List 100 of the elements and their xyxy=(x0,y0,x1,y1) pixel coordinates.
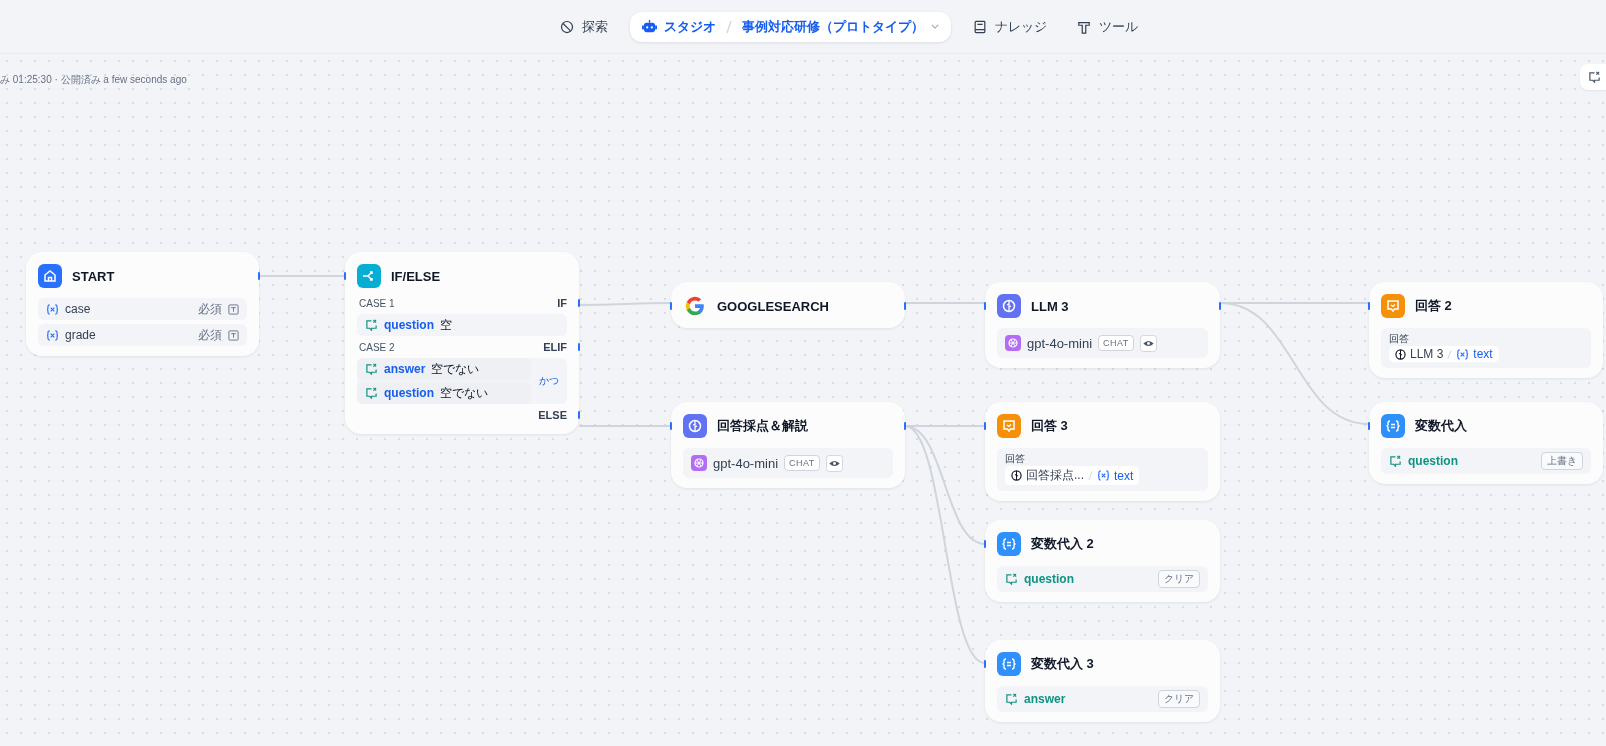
variable-icon xyxy=(1456,348,1470,360)
node-title: 変数代入 2 xyxy=(1031,535,1094,553)
workflow-node[interactable]: GOOGLESEARCH xyxy=(671,282,905,328)
variable-icon xyxy=(365,363,378,375)
robot-icon xyxy=(642,19,657,34)
variable-icon xyxy=(1005,573,1018,585)
operator-label: 空でない xyxy=(431,360,480,378)
chevron-down-icon xyxy=(931,24,939,29)
message-icon xyxy=(1381,294,1405,318)
variable-name: answer xyxy=(1024,692,1067,706)
path-separator-icon xyxy=(1088,470,1093,481)
variable-icon xyxy=(365,387,378,399)
assign-icon xyxy=(997,652,1021,676)
branch-label: ELIF xyxy=(543,341,567,353)
workflow-node[interactable]: 変数代入 question 上書き xyxy=(1369,402,1603,484)
answer-label: 回答 xyxy=(1389,332,1409,346)
variable-icon xyxy=(46,329,59,341)
variables-button[interactable] xyxy=(1580,64,1606,90)
input-handle[interactable] xyxy=(344,272,346,280)
variable-icon xyxy=(1588,71,1601,83)
source-node-name: LLM 3 xyxy=(1410,347,1444,361)
branch-label: IF xyxy=(557,297,567,309)
required-label: 必須 xyxy=(198,326,222,344)
model-name: gpt-4o-mini xyxy=(713,455,779,471)
variable-icon xyxy=(1005,693,1018,705)
operation-tag: クリア xyxy=(1158,570,1200,588)
input-handle[interactable] xyxy=(1368,302,1370,310)
app-selector[interactable]: 事例対応研修（プロトタイプ） xyxy=(742,17,939,36)
workflow-node[interactable]: 回答採点＆解説 gpt-4o-mini CHAT xyxy=(671,402,905,488)
nav-tab[interactable]: 探索 xyxy=(552,11,616,42)
nav-tab[interactable]: スタジオ xyxy=(642,17,716,36)
operator-label: 空でない xyxy=(440,384,488,402)
node-title: 回答採点＆解説 xyxy=(717,417,808,435)
variable-name: answer xyxy=(384,362,426,376)
nav-tab[interactable]: ツール xyxy=(1069,11,1146,42)
output-handle[interactable] xyxy=(904,422,906,430)
path-separator-icon xyxy=(1447,348,1453,360)
book-icon xyxy=(973,19,987,34)
answer-label: 回答 xyxy=(1005,452,1025,466)
branch-label: ELSE xyxy=(538,409,567,421)
variable-icon xyxy=(1097,470,1110,481)
operator-label: 空 xyxy=(440,316,452,334)
workflow-node[interactable]: 回答 2 回答 LLM 3 text xyxy=(1369,282,1603,378)
node-title: START xyxy=(72,268,115,284)
branch-icon xyxy=(357,264,381,288)
input-handle[interactable] xyxy=(1368,422,1370,430)
breadcrumb-separator-icon xyxy=(726,19,732,34)
output-handle[interactable] xyxy=(578,299,580,307)
workflow-node[interactable]: 回答 3 回答 回答採点... text xyxy=(985,402,1220,501)
variable-name: question xyxy=(384,318,434,332)
case-label: CASE 2 xyxy=(358,341,396,353)
variable-name: grade xyxy=(65,328,97,342)
variable-name: text xyxy=(1114,468,1134,483)
variable-name: question xyxy=(1024,572,1075,586)
home-icon xyxy=(38,264,62,288)
variable-name: question xyxy=(1408,454,1459,468)
message-icon xyxy=(997,414,1021,438)
model-icon xyxy=(691,455,707,471)
workflow-node[interactable]: LLM 3 gpt-4o-mini CHAT xyxy=(985,282,1220,368)
workflow-node[interactable]: 変数代入 2 question クリア xyxy=(985,520,1220,602)
case-label: CASE 1 xyxy=(358,297,396,309)
assign-icon xyxy=(997,532,1021,556)
mode-tag: CHAT xyxy=(784,455,820,471)
required-label: 必須 xyxy=(198,300,222,318)
variable-name: case xyxy=(65,302,92,316)
mode-tag: CHAT xyxy=(1098,335,1134,351)
output-handle[interactable] xyxy=(258,272,260,280)
publish-status: み 01:25:30 · 公開済み a few seconds ago xyxy=(0,73,187,87)
workflow-node[interactable]: START case 必須 grade 必須 xyxy=(26,252,259,356)
input-handle[interactable] xyxy=(984,660,986,668)
input-handle[interactable] xyxy=(984,302,986,310)
operation-tag: 上書き xyxy=(1541,452,1583,470)
input-handle[interactable] xyxy=(984,422,986,430)
node-title: 回答 2 xyxy=(1415,297,1452,315)
variable-icon xyxy=(1389,455,1402,467)
output-handle[interactable] xyxy=(904,302,906,310)
eye-icon xyxy=(825,454,843,472)
g-logo-icon xyxy=(684,295,706,317)
input-handle[interactable] xyxy=(984,540,986,548)
output-handle[interactable] xyxy=(578,343,580,351)
output-handle[interactable] xyxy=(578,411,580,419)
node-title: 変数代入 3 xyxy=(1031,655,1094,673)
workflow-node[interactable]: 変数代入 3 answer クリア xyxy=(985,640,1220,722)
input-handle[interactable] xyxy=(670,422,672,430)
nav-tab[interactable]: ナレッジ xyxy=(965,11,1055,42)
output-handle[interactable] xyxy=(1219,302,1221,310)
node-title: LLM 3 xyxy=(1031,298,1069,314)
node-title: IF/ELSE xyxy=(391,268,441,284)
variable-name: question xyxy=(384,386,434,400)
logic-operator[interactable]: かつ xyxy=(531,374,567,388)
workflow-node[interactable]: IF/ELSE CASE 1 IF question 空 CASE 2 ELIF answer 空でない question 空でない かつ ELSE xyxy=(345,252,579,434)
variable-icon xyxy=(46,303,59,315)
node-title: 変数代入 xyxy=(1415,417,1467,435)
node-title: GOOGLESEARCH xyxy=(717,298,829,314)
node-title: 回答 3 xyxy=(1031,417,1068,435)
source-node-name: 回答採点... xyxy=(1026,467,1084,484)
variable-icon xyxy=(365,319,378,331)
input-handle[interactable] xyxy=(670,302,672,310)
assign-icon xyxy=(1381,414,1405,438)
hammer-icon xyxy=(1077,19,1091,34)
